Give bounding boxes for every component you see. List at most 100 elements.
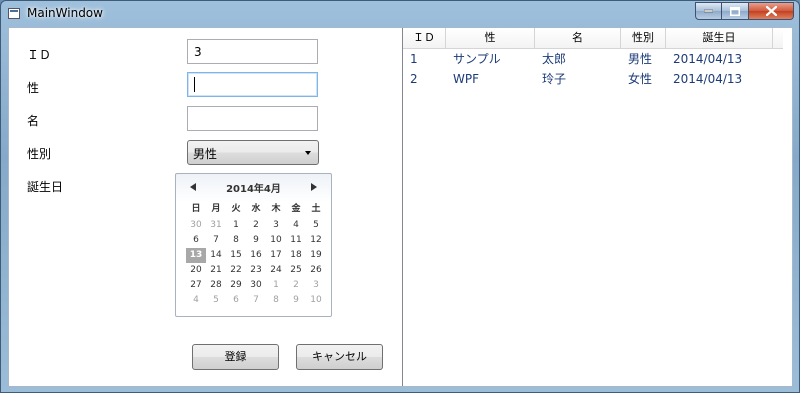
id-label: ＩＤ — [27, 48, 52, 62]
gender-selected-value: 男性 — [193, 147, 218, 161]
calendar-week-row: 4 5 6 7 8 9 10 — [186, 293, 326, 308]
datagrid-header: ＩＤ 性名性別 誕生日 — [403, 28, 783, 49]
calendar-day[interactable]: 7 — [206, 233, 226, 248]
calendar-day[interactable]: 7 — [246, 293, 266, 308]
calendar-day[interactable]: 2 — [246, 218, 266, 233]
cancel-button[interactable]: キャンセル — [296, 344, 383, 370]
calendar-weekday: 日 — [191, 204, 201, 214]
calendar-day[interactable]: 9 — [246, 233, 266, 248]
column-header[interactable]: 誕生日 — [666, 28, 773, 48]
calendar-weekday: 水 — [251, 204, 261, 214]
calendar-day[interactable]: 18 — [286, 248, 306, 263]
calendar-day[interactable]: 15 — [226, 248, 246, 263]
window-title: MainWindow — [27, 6, 103, 20]
birthday-calendar[interactable]: 2014年4月 日月火水木金土 30 31 1 2 3 4 5 6 7 8 9 10 11 12 13 14 15… — [175, 173, 332, 317]
calendar-day[interactable]: 6 — [226, 293, 246, 308]
calendar-week-row: 20 21 22 23 24 25 26 — [186, 263, 326, 278]
table-cell[interactable]: 1 — [403, 49, 446, 69]
calendar-week-row: 13 14 15 16 17 18 19 — [186, 248, 326, 263]
table-cell[interactable]: 女性 — [621, 69, 666, 89]
calendar-day[interactable]: 5 — [206, 293, 226, 308]
calendar-day[interactable]: 17 — [266, 248, 286, 263]
close-button[interactable] — [749, 2, 794, 20]
calendar-day[interactable]: 12 — [306, 233, 326, 248]
calendar-day[interactable]: 28 — [206, 278, 226, 293]
close-icon — [765, 6, 777, 16]
calendar-day[interactable]: 3 — [306, 278, 326, 293]
table-cell[interactable]: サンプル — [446, 49, 535, 69]
table-cell[interactable]: 男性 — [621, 49, 666, 69]
person-datagrid[interactable]: ＩＤ 性名性別 誕生日 1 サンプル 太郎 男性 2014/04/13 2 WPF 玲子 女性 201… — [403, 28, 792, 386]
window-icon[interactable] — [8, 8, 20, 19]
calendar-day[interactable]: 8 — [266, 293, 286, 308]
register-button[interactable]: 登録 — [192, 344, 279, 370]
table-cell[interactable]: WPF — [446, 69, 535, 89]
table-cell[interactable]: 2014/04/13 — [666, 49, 773, 69]
calendar-day-grid: 日月火水木金土 30 31 1 2 3 4 5 6 7 8 9 10 11 12 13 14 15 16 17 18 19… — [186, 200, 326, 308]
column-header[interactable]: 名 — [535, 28, 621, 48]
calendar-day[interactable]: 21 — [206, 263, 226, 278]
column-header-filler — [773, 28, 783, 48]
table-cell[interactable]: 玲子 — [535, 69, 621, 89]
calendar-day[interactable]: 1 — [226, 218, 246, 233]
calendar-day[interactable]: 10 — [266, 233, 286, 248]
calendar-weekday: 木 — [271, 204, 281, 214]
calendar-day[interactable]: 31 — [206, 218, 226, 233]
caption-buttons — [695, 2, 794, 20]
mei-label: 名 — [27, 114, 40, 128]
table-row[interactable]: 1 サンプル 太郎 男性 2014/04/13 — [403, 49, 773, 69]
calendar-day[interactable]: 3 — [266, 218, 286, 233]
calendar-week-row: 30 31 1 2 3 4 5 — [186, 218, 326, 233]
calendar-day[interactable]: 8 — [226, 233, 246, 248]
calendar-weekday: 土 — [311, 204, 321, 214]
calendar-day[interactable]: 30 — [186, 218, 206, 233]
column-header[interactable]: 性別 — [621, 28, 666, 48]
calendar-day[interactable]: 23 — [246, 263, 266, 278]
title-bar[interactable]: MainWindow — [1, 1, 799, 27]
calendar-day[interactable]: 22 — [226, 263, 246, 278]
text-caret — [194, 77, 195, 92]
calendar-month-title[interactable]: 2014年4月 — [176, 180, 331, 195]
calendar-day[interactable]: 4 — [186, 293, 206, 308]
calendar-day[interactable]: 16 — [246, 248, 266, 263]
table-cell[interactable]: 太郎 — [535, 49, 621, 69]
calendar-day[interactable]: 2 — [286, 278, 306, 293]
calendar-day[interactable]: 24 — [266, 263, 286, 278]
calendar-day[interactable]: 1 — [266, 278, 286, 293]
maximize-button[interactable] — [722, 2, 749, 20]
calendar-day[interactable]: 9 — [286, 293, 306, 308]
column-header[interactable]: 性 — [446, 28, 535, 48]
calendar-day[interactable]: 4 — [286, 218, 306, 233]
calendar-weekday: 月 — [211, 204, 221, 214]
calendar-day[interactable]: 26 — [306, 263, 326, 278]
calendar-day[interactable]: 29 — [226, 278, 246, 293]
next-month-icon[interactable] — [311, 183, 317, 191]
calendar-day[interactable]: 20 — [186, 263, 206, 278]
calendar-week-row: 27 28 29 30 1 2 3 — [186, 278, 326, 293]
sei-input[interactable] — [187, 72, 318, 97]
calendar-day[interactable]: 10 — [306, 293, 326, 308]
calendar-day[interactable]: 30 — [246, 278, 266, 293]
calendar-day[interactable]: 11 — [286, 233, 306, 248]
main-window: MainWindow ＩＤ 3 性 名 性別 男性 誕生日 2014年4月 日 … — [0, 0, 800, 393]
calendar-week-row: 6 7 8 9 10 11 12 — [186, 233, 326, 248]
minimize-button[interactable] — [695, 2, 722, 20]
calendar-weekday-row: 日月火水木金土 — [186, 200, 326, 218]
column-header[interactable]: ＩＤ — [403, 28, 446, 48]
calendar-day[interactable]: 14 — [206, 248, 226, 263]
calendar-day[interactable]: 13 — [186, 248, 206, 263]
table-row[interactable]: 2 WPF 玲子 女性 2014/04/13 — [403, 69, 773, 89]
client-area: ＩＤ 3 性 名 性別 男性 誕生日 2014年4月 日月火水木金土 30 31 1 2… — [8, 27, 793, 387]
calendar-day[interactable]: 5 — [306, 218, 326, 233]
gender-combobox[interactable]: 男性 — [187, 140, 319, 165]
mei-input[interactable] — [187, 106, 318, 131]
calendar-day[interactable]: 25 — [286, 263, 306, 278]
id-input[interactable]: 3 — [187, 39, 318, 64]
calendar-day[interactable]: 27 — [186, 278, 206, 293]
sei-label: 性 — [27, 81, 40, 95]
calendar-day[interactable]: 6 — [186, 233, 206, 248]
maximize-icon — [730, 6, 740, 16]
calendar-day[interactable]: 19 — [306, 248, 326, 263]
table-cell[interactable]: 2 — [403, 69, 446, 89]
table-cell[interactable]: 2014/04/13 — [666, 69, 773, 89]
